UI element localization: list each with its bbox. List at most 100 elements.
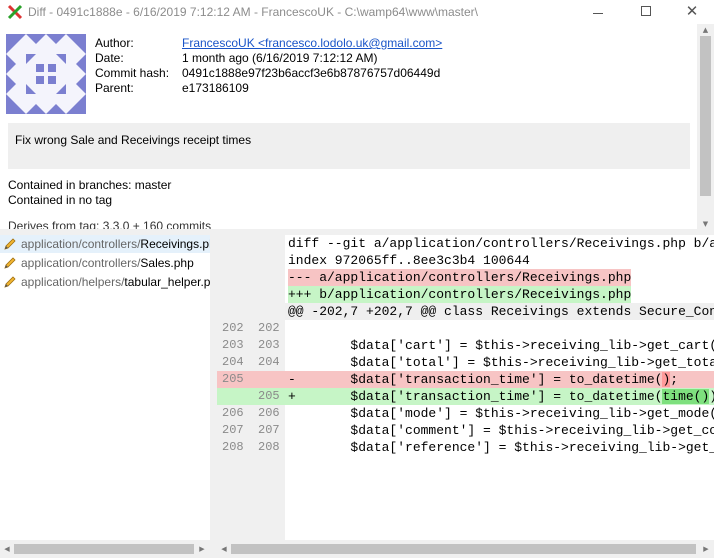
line-gutter: 204 204 <box>217 354 285 371</box>
diff-horizontal-scrollbar[interactable]: ◀ ▶ <box>217 540 714 558</box>
code-text: $data['reference'] = $this->receiving_li… <box>350 440 714 455</box>
close-button[interactable]: ✕ <box>669 0 714 24</box>
file-dir: application/helpers/ <box>21 275 125 289</box>
diff-header-line: index 972065ff..8ee3c3b4 100644 <box>217 252 714 269</box>
scroll-up-icon[interactable]: ▲ <box>697 24 714 36</box>
commit-hash-label: Commit hash: <box>95 66 170 80</box>
code-text-post: ); <box>709 389 714 404</box>
scrollbar-thumb[interactable] <box>14 544 194 554</box>
tortoisegit-icon <box>7 4 23 20</box>
file-dir: application/controllers/ <box>21 256 141 270</box>
code-text-pre: - $data['transaction_time'] = to_datetim… <box>288 372 663 387</box>
pencil-modified-icon <box>3 237 17 251</box>
contained-branches: Contained in branches: master <box>8 178 172 192</box>
file-name: tabular_helper.php <box>124 275 210 289</box>
old-line-number: 203 <box>222 338 244 352</box>
new-line-number: 203 <box>258 338 280 352</box>
scroll-right-icon[interactable]: ▶ <box>196 543 208 555</box>
line-gutter: 207 207 <box>217 422 285 439</box>
code-text: $data['cart'] = $this->receiving_lib->ge… <box>288 338 714 353</box>
new-line-number: 204 <box>258 355 280 369</box>
code-text: $data['mode'] = $this->receiving_lib->ge… <box>288 406 714 421</box>
diff-new-file-header: +++ b/application/controllers/Receivings… <box>288 286 632 303</box>
file-name: Receivings.php <box>140 237 210 251</box>
new-line-number: 202 <box>258 321 280 335</box>
commit-message: Fix wrong Sale and Receivings receipt ti… <box>8 123 690 169</box>
diff-header-text: index 972065ff..8ee3c3b4 100644 <box>288 253 530 268</box>
old-line-number: 206 <box>222 406 244 420</box>
window-title: Diff - 0491c1888e - 6/16/2019 7:12:12 AM… <box>28 5 478 19</box>
commit-info-labels: Author: Date: Commit hash: Parent: <box>95 36 169 96</box>
line-gutter <box>217 286 285 303</box>
pencil-modified-icon <box>3 275 17 289</box>
diff-removed-line: 205 - $data['transaction_time'] = to_dat… <box>217 371 714 388</box>
commit-date: 1 month ago (6/16/2019 7:12:12 AM) <box>182 51 378 65</box>
close-icon: ✕ <box>685 2 699 20</box>
scroll-left-icon[interactable]: ◀ <box>1 543 13 555</box>
diff-context-line: 202 202 <box>217 320 714 337</box>
old-line-number: 207 <box>222 423 244 437</box>
date-label: Date: <box>95 51 124 65</box>
code-text: - $data['transaction_time'] = to_datetim… <box>288 371 678 388</box>
author-label: Author: <box>95 36 134 50</box>
maximize-icon <box>641 6 651 16</box>
code-text-pre: + $data['transaction_time'] = to_datetim… <box>288 389 663 404</box>
file-item[interactable]: application/helpers/tabular_helper.php <box>0 273 210 291</box>
new-line-number: 207 <box>258 423 280 437</box>
minimize-button[interactable] <box>575 0 621 24</box>
code-text: + $data['transaction_time'] = to_datetim… <box>288 388 714 405</box>
line-gutter: 202 202 <box>217 320 285 337</box>
new-line-number: 205 <box>258 389 280 403</box>
hunk-header-text: @@ -202,7 +202,7 @@ class Receivings ext… <box>288 304 714 319</box>
author-avatar <box>6 34 86 114</box>
old-line-number: 208 <box>222 440 244 454</box>
line-gutter <box>217 235 285 252</box>
commit-info-pane: Author: Date: Commit hash: Parent: Franc… <box>0 24 714 230</box>
scroll-left-icon[interactable]: ◀ <box>218 543 230 555</box>
new-line-number: 208 <box>258 440 280 454</box>
line-gutter: 208 208 <box>217 439 285 456</box>
line-gutter <box>217 252 285 269</box>
parent-hash[interactable]: e173186109 <box>182 81 442 96</box>
commit-message-text: Fix wrong Sale and Receivings receipt ti… <box>15 133 252 147</box>
diff-header-line: --- a/application/controllers/Receivings… <box>217 269 714 286</box>
line-gutter: 206 206 <box>217 405 285 422</box>
title-bar: Diff - 0491c1888e - 6/16/2019 7:12:12 AM… <box>0 0 714 24</box>
info-vertical-scrollbar[interactable]: ▲ ▼ <box>697 24 714 230</box>
vertical-splitter[interactable] <box>210 235 217 558</box>
diff-context-line: 207 207 $data['comment'] = $this->receivi… <box>217 422 714 439</box>
diff-old-file-header: --- a/application/controllers/Receivings… <box>288 269 632 286</box>
line-gutter <box>217 303 285 320</box>
commit-hash: 0491c1888e97f23b6accf3e6b87876757d06449d <box>182 66 441 80</box>
file-dir: application/controllers/ <box>21 237 141 251</box>
old-line-number: 204 <box>222 355 244 369</box>
diff-hunk-header: @@ -202,7 +202,7 @@ class Receivings ext… <box>217 303 714 320</box>
parent-label: Parent: <box>95 81 134 95</box>
line-gutter <box>217 269 285 286</box>
diff-added-line: 205 + $data['transaction_time'] = to_dat… <box>217 388 714 405</box>
diff-header-line: +++ b/application/controllers/Receivings… <box>217 286 714 303</box>
diff-view: diff --git a/application/controllers/Rec… <box>217 235 714 558</box>
diff-header-text: diff --git a/application/controllers/Rec… <box>288 236 714 251</box>
diff-context-line: 206 206 $data['mode'] = $this->receiving_… <box>217 405 714 422</box>
filelist-horizontal-scrollbar[interactable]: ◀ ▶ <box>0 540 210 558</box>
branch-info: Contained in branches: master Contained … <box>8 178 171 208</box>
scroll-right-icon[interactable]: ▶ <box>700 543 712 555</box>
diff-context-line: 204 204 $data['total'] = $this->receiving… <box>217 354 714 371</box>
code-text: $data['comment'] = $this->receiving_lib-… <box>350 423 714 438</box>
file-item[interactable]: application/controllers/Receivings.php <box>0 235 210 253</box>
file-item[interactable]: application/controllers/Sales.php <box>0 254 210 272</box>
maximize-button[interactable] <box>623 0 669 24</box>
old-line-number: 202 <box>222 321 244 335</box>
pencil-modified-icon <box>3 256 17 270</box>
code-text-post: ; <box>670 372 679 387</box>
code-text: $data['total'] = $this->receiving_lib->g… <box>288 355 714 370</box>
scrollbar-thumb[interactable] <box>231 544 696 554</box>
commit-info-values: FrancescoUK <francesco.lodolo.uk@gmail.c… <box>182 36 442 96</box>
author-link[interactable]: FrancescoUK <francesco.lodolo.uk@gmail.c… <box>182 36 442 50</box>
new-line-number: 206 <box>258 406 280 420</box>
scrollbar-thumb[interactable] <box>700 36 711 196</box>
diff-header-line: diff --git a/application/controllers/Rec… <box>217 235 714 252</box>
line-gutter: 205 <box>217 371 285 388</box>
contained-tags: Contained in no tag <box>8 193 113 207</box>
